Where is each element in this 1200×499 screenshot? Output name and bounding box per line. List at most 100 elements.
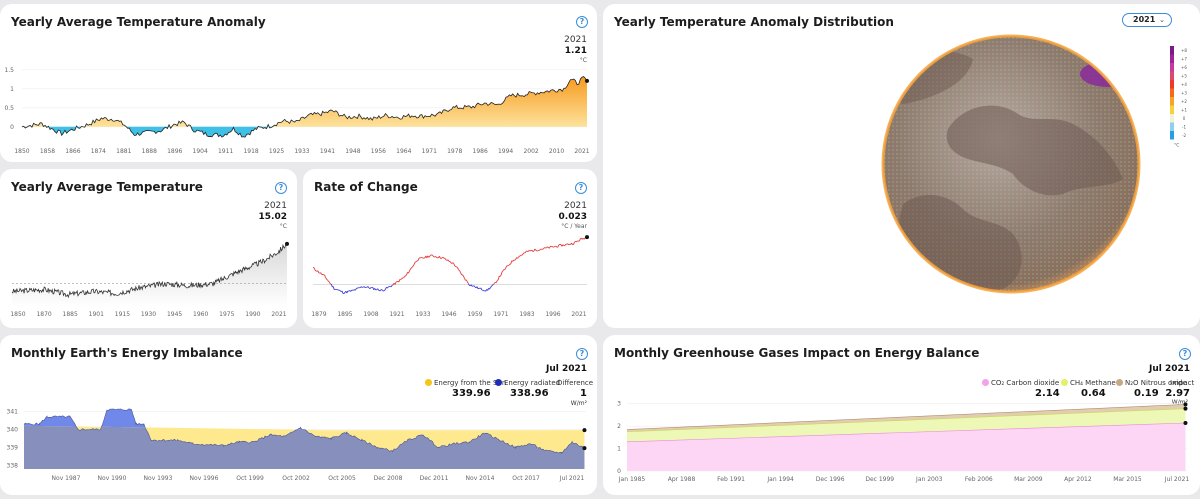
- x-tick-label: 1901: [89, 311, 104, 318]
- x-tick-label: 1996: [545, 311, 560, 318]
- area-cool: [22, 126, 587, 138]
- x-tick-label: 1850: [10, 311, 25, 318]
- rate-segment: [447, 259, 450, 262]
- rate-segment: [514, 259, 516, 261]
- scale-label: -2: [1182, 133, 1186, 138]
- x-tick-label: Dec 1999: [865, 476, 894, 483]
- x-tick-label: 1850: [14, 148, 29, 155]
- rate-segment: [534, 248, 537, 251]
- globe-map[interactable]: +8 +7 +6 +5 +4 +3 +2 +1 0 -1 -2°C: [603, 4, 1200, 328]
- rate-segment: [359, 286, 362, 289]
- rate-segment: [497, 279, 499, 281]
- x-tick-label: Feb 1991: [717, 476, 745, 483]
- rate-segment: [431, 254, 433, 256]
- y-tick-label: 339: [7, 444, 19, 451]
- rate-segment: [432, 255, 434, 257]
- x-tick-label: Nov 1993: [144, 475, 173, 482]
- x-tick-label: 1888: [142, 148, 157, 155]
- scale-swatch: [1170, 122, 1174, 131]
- rate-segment: [518, 255, 520, 258]
- rate-segment: [381, 289, 383, 291]
- anomaly-chart[interactable]: 0 0.5 1 1.5 1850 1858 1866 1874 1881 1888 1896 1904…: [0, 4, 597, 162]
- rate-chart[interactable]: 1879 1895 1908 1921 1933 1946 1959 1971 1983 1996…: [303, 169, 597, 328]
- rate-segment: [400, 278, 402, 280]
- rate-segment: [410, 267, 412, 270]
- yearly-temp-card: Yearly Average Temperature ? 2021 15.02 …: [0, 169, 297, 328]
- rate-segment: [576, 240, 578, 243]
- scale-unit: °C: [1174, 143, 1179, 149]
- x-tick-label: 1930: [141, 311, 156, 318]
- rate-segment: [502, 269, 505, 271]
- rate-segment: [350, 289, 352, 292]
- rate-segment: [567, 243, 570, 246]
- rate-segment: [328, 280, 330, 283]
- rate-segment: [466, 281, 469, 284]
- imbalance-card: Monthly Earth's Energy Imbalance ? Jul 2…: [0, 335, 597, 495]
- scale-swatch: [1170, 71, 1174, 80]
- rate-segment: [555, 245, 558, 248]
- rate-segment: [557, 244, 560, 247]
- rate-segment: [510, 260, 513, 264]
- rate-segment: [489, 287, 491, 290]
- x-tick-label: 1959: [467, 311, 482, 318]
- x-tick-label: 1956: [371, 148, 386, 155]
- data-point-marker: [582, 428, 587, 433]
- data-point-marker: [585, 78, 589, 83]
- greenhouse-chart[interactable]: 0 1 2 3 Jan 1985 Apr 1988 Feb 1991 Jan 1994 Dec …: [603, 335, 1200, 495]
- y-tick-label: 0.5: [4, 105, 14, 112]
- rate-segment: [412, 265, 414, 268]
- rate-segment: [408, 270, 410, 274]
- rate-segment: [523, 252, 525, 254]
- rate-segment: [327, 279, 329, 282]
- rate-segment: [508, 263, 511, 266]
- rate-segment: [377, 288, 379, 291]
- y-tick-label: 338: [7, 462, 19, 469]
- y-tick-label: 1.5: [4, 67, 14, 74]
- scale-label: +1: [1181, 108, 1187, 113]
- x-tick-label: 1964: [396, 148, 411, 155]
- rate-segment: [543, 247, 545, 249]
- rate-segment: [458, 269, 460, 272]
- x-tick-label: 1948: [345, 148, 360, 155]
- rate-segment: [444, 258, 447, 261]
- rate-segment: [390, 284, 393, 288]
- x-tick-label: 1904: [193, 148, 208, 155]
- arctic-hotspot-edge: [1117, 85, 1138, 99]
- rate-segment: [519, 255, 521, 257]
- rate-segment: [462, 274, 464, 277]
- rate-segment: [413, 261, 416, 265]
- rate-segment: [440, 257, 443, 259]
- rate-segment: [571, 242, 573, 245]
- rate-segment: [384, 289, 386, 291]
- scale-label: +2: [1181, 99, 1187, 104]
- x-tick-label: 1921: [389, 311, 404, 318]
- scale-label: +6: [1181, 65, 1187, 70]
- x-tick-label: 1874: [91, 148, 106, 155]
- scale-swatch: [1170, 97, 1174, 106]
- scale-label: -1: [1182, 125, 1186, 130]
- rate-segment: [473, 285, 476, 288]
- x-tick-label: 1960: [193, 311, 208, 318]
- arctic-hotspot: [1080, 61, 1136, 87]
- rate-segment: [491, 284, 493, 287]
- rate-segment: [343, 292, 346, 294]
- rate-segment: [412, 263, 415, 266]
- rate-segment: [499, 274, 502, 277]
- rate-segment: [332, 286, 335, 290]
- scale-swatch: [1170, 131, 1174, 140]
- rate-segment: [505, 265, 508, 268]
- rate-segment: [403, 276, 406, 278]
- scale-swatch: [1170, 114, 1174, 123]
- yearly-temp-chart[interactable]: 1850 1870 1885 1901 1915 1930 1945 1960 1975 1990…: [0, 169, 297, 328]
- x-tick-label: 1908: [363, 311, 378, 318]
- x-tick-label: 1946: [441, 311, 456, 318]
- x-tick-label: 1971: [422, 148, 437, 155]
- x-tick-label: 1870: [36, 311, 51, 318]
- imbalance-chart[interactable]: 338 339 340 341 Nov 1987 Nov 1990 Nov 1993 Nov …: [0, 335, 597, 495]
- x-tick-label: Jan 1994: [766, 476, 794, 483]
- x-tick-label: 2021: [574, 148, 589, 155]
- x-tick-label: Jan 1985: [618, 476, 646, 483]
- scale-label: 0: [1183, 116, 1186, 121]
- y-tick-label: 3: [617, 401, 621, 408]
- rate-segment: [398, 279, 401, 283]
